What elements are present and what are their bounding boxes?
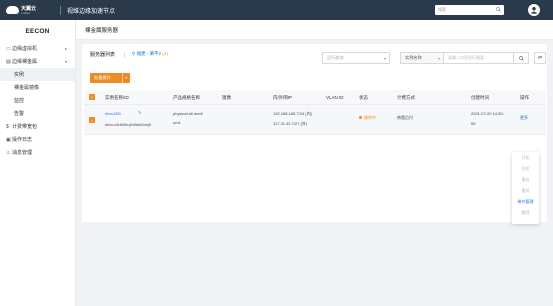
logo[interactable]: 天翼云 e Cloud <box>6 6 60 15</box>
row-checkbox[interactable]: ✓ <box>89 117 95 123</box>
menu-item-power-on[interactable]: 开机 <box>512 152 539 163</box>
billing-method: 带宽后付 <box>397 115 413 120</box>
sidebar-item-messages[interactable]: ♫ 消息管理 <box>0 146 75 159</box>
chevron-down-icon: ▾ <box>383 55 386 61</box>
sidebar-item-bandwidth-package[interactable]: $ 计费带宽包 <box>0 120 75 133</box>
spec-name: physical.s6.medi <box>173 111 203 116</box>
chevron-down-icon[interactable]: ▾ <box>122 73 130 83</box>
chevron-right-icon: ▸ <box>64 46 67 51</box>
search-field-value: 实例名称 <box>405 55 422 60</box>
batch-operation-button[interactable]: 批量操作 ▾ <box>90 73 130 83</box>
column-header: 创建时间 <box>471 95 489 100</box>
region-selector[interactable]: ⚲ 福建 - 莆平2 (1) <box>132 51 168 57</box>
more-actions-link[interactable]: 更多 <box>520 115 528 121</box>
sidebar-item-label: 操作日志 <box>12 137 33 143</box>
created-time: 2021-07-20 14:30: <box>471 111 504 116</box>
sidebar-item-label: 边缘虚拟机 <box>12 46 38 52</box>
inner-ip: 192.168.189.7/24 (内) <box>273 111 312 116</box>
sidebar-item-operation-log[interactable]: ▣ 操作日志 <box>0 133 75 146</box>
search-icon[interactable] <box>496 7 501 13</box>
refresh-icon: ⇄ <box>537 55 543 61</box>
sidebar-item-edge-vm[interactable]: ▭ 边缘虚拟机 ▸ <box>0 42 75 55</box>
sidebar-item-label: 消息管理 <box>12 150 33 156</box>
status-badge: 操作中 <box>359 115 376 121</box>
sidebar-item-label: 裸金属镜像 <box>14 85 40 91</box>
menu-item-reboot[interactable]: 重启 <box>512 174 539 185</box>
table-row[interactable]: ✓ ebm-f2t0 ✎ ebm-c3rfk0hu|fn0hkt0nnj0 ph… <box>84 105 546 135</box>
column-header: 产品规格名称 <box>173 95 200 100</box>
search-button[interactable] <box>514 52 529 64</box>
column-header: 操作 <box>520 95 529 100</box>
toolbar-divider <box>124 52 125 58</box>
instance-id: ebm-c3rfk0hu|fn0hkt0nnj0 <box>105 122 152 127</box>
region-label: 福建 - 莆平2 <box>136 51 162 56</box>
sidebar-item-baremetal-image[interactable]: 裸金属镜像 <box>0 81 75 94</box>
global-search-input[interactable]: 搜索 <box>435 5 504 15</box>
column-header: 镜像 <box>222 95 231 100</box>
chevron-down-icon: ▾ <box>437 55 440 61</box>
status-text: 操作中 <box>364 115 376 120</box>
refresh-button[interactable]: ⇄ <box>534 52 546 64</box>
global-search-placeholder: 搜索 <box>438 7 446 12</box>
chevron-down-icon: ▾ <box>64 59 67 64</box>
column-header: 计费方式 <box>397 95 415 100</box>
sidebar-item-instances[interactable]: 实例 <box>0 68 75 81</box>
app-title: 视维边缘加速节点 <box>67 8 116 15</box>
search-icon <box>518 55 524 61</box>
sidebar-item-label: 边缘裸金属 <box>12 59 38 65</box>
column-header: 内/外网IP <box>273 95 293 100</box>
status-filter-placeholder: 运行状态 <box>327 55 344 60</box>
user-icon <box>530 7 538 14</box>
column-header: 实例名称/ID <box>105 95 129 100</box>
user-avatar[interactable] <box>528 4 540 16</box>
server-list-card: 服务器列表 ⚲ 福建 - 莆平2 (1) 运行状态 ▾ 实例名称 ▾ 请输入内容… <box>82 44 547 224</box>
table-header: ✓ 实例名称/ID 产品规格名称 镜像 内/外网IP VLAN ID 状态 计费… <box>84 90 546 105</box>
sidebar-item-label: 实例 <box>14 72 25 78</box>
logo-subtext: e Cloud <box>21 11 30 15</box>
sidebar-brand: EECON <box>25 27 50 35</box>
menu-item-delete[interactable]: 删除 <box>512 207 539 218</box>
outer-ip: 117.31.42.7/27 (外) <box>273 121 308 126</box>
main-content: 裸金属服务器 服务器列表 ⚲ 福建 - 莆平2 (1) 运行状态 ▾ 实例名称 … <box>76 20 553 306</box>
spec-name-cont: um1 <box>173 120 181 125</box>
sidebar-item-alarm[interactable]: 告警 <box>0 107 75 120</box>
sidebar-item-label: 监控 <box>14 98 25 104</box>
select-all-checkbox[interactable]: ✓ <box>89 94 95 100</box>
sidebar: EECON ▭ 边缘虚拟机 ▸ ▤ 边缘裸金属 ▾ 实例 裸金属镜像 监控 告警… <box>0 20 76 306</box>
top-bar: 天翼云 e Cloud 视维边缘加速节点 搜索 <box>0 0 553 20</box>
menu-item-power-off[interactable]: 关机 <box>512 163 539 174</box>
search-input-placeholder: 请输入内容进行搜索 <box>448 55 484 60</box>
tab-server-list[interactable]: 服务器列表 <box>90 51 115 58</box>
instance-search-input[interactable]: 请输入内容进行搜索 <box>444 52 514 64</box>
sidebar-item-label: 计费带宽包 <box>12 124 38 130</box>
status-dot-icon <box>359 116 362 120</box>
page-title: 裸金属服务器 <box>76 20 553 40</box>
column-header: 状态 <box>359 95 368 100</box>
search-field-select[interactable]: 实例名称 ▾ <box>400 52 444 64</box>
batch-operation-label: 批量操作 <box>94 75 111 80</box>
logo-text-group: 天翼云 e Cloud <box>21 6 36 15</box>
status-filter-select[interactable]: 运行状态 ▾ <box>322 52 390 64</box>
more-actions-menu: 开机 关机 重启 重装 带外管理 删除 <box>512 152 539 224</box>
sidebar-item-edge-baremetal[interactable]: ▤ 边缘裸金属 ▾ <box>0 55 75 68</box>
logo-text: 天翼云 <box>21 5 37 12</box>
column-header: VLAN ID <box>326 95 344 100</box>
sidebar-item-monitor[interactable]: 监控 <box>0 94 75 107</box>
toolbar: 服务器列表 ⚲ 福建 - 莆平2 (1) 运行状态 ▾ 实例名称 ▾ 请输入内容… <box>82 48 547 64</box>
location-pin-icon: ⚲ <box>132 51 136 56</box>
edit-icon[interactable]: ✎ <box>138 110 141 115</box>
menu-item-oob-management[interactable]: 带外管理 <box>512 196 539 207</box>
cloud-logo-icon <box>6 6 19 14</box>
sidebar-item-label: 告警 <box>14 111 25 117</box>
instance-name-link[interactable]: ebm-f2t0 <box>105 111 121 116</box>
region-count: (1) <box>162 51 168 56</box>
menu-item-reinstall[interactable]: 重装 <box>512 185 539 196</box>
header-divider <box>60 5 61 15</box>
created-time-cont: 55 <box>471 121 476 126</box>
